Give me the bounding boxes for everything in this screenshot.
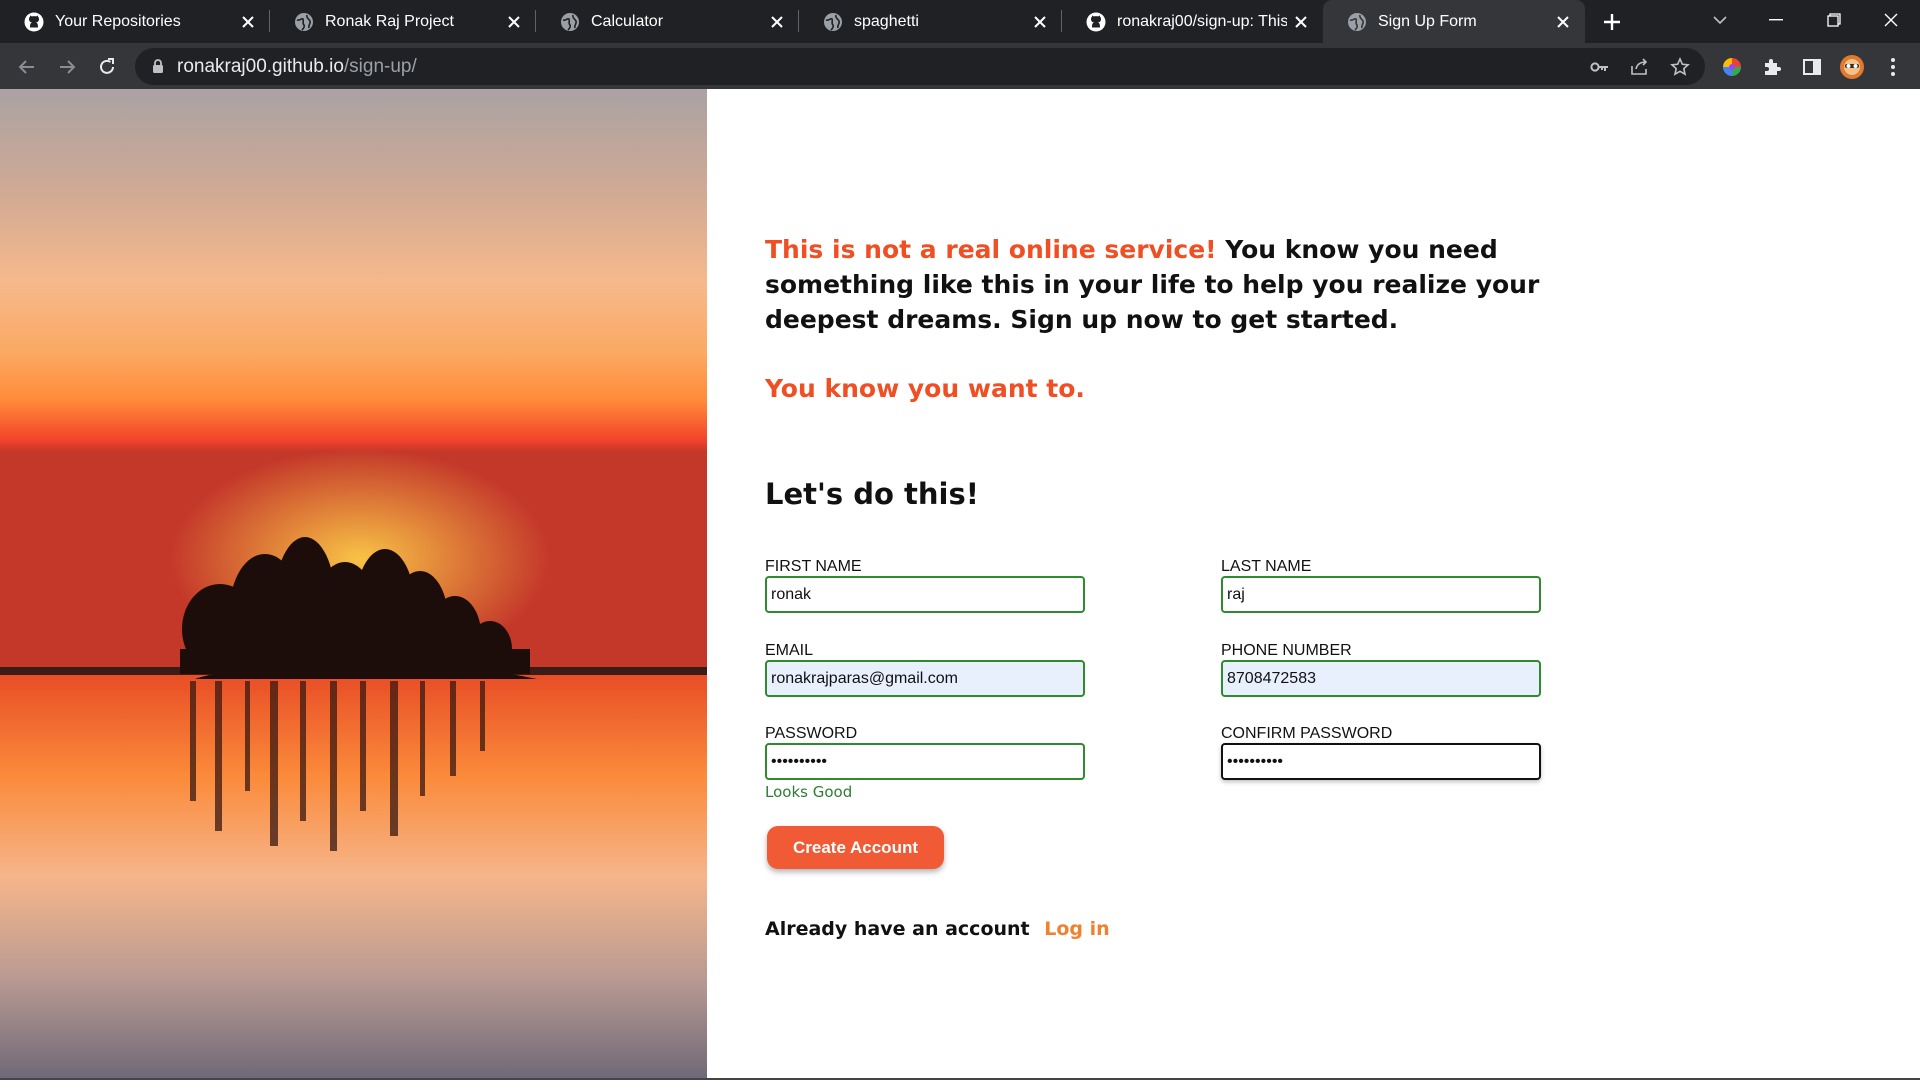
extensions-button[interactable] xyxy=(1755,50,1789,84)
lock-icon[interactable] xyxy=(152,59,164,74)
forward-button[interactable] xyxy=(50,50,84,84)
puzzle-icon xyxy=(1765,59,1781,75)
intro-accent-text: This is not a real online service! xyxy=(765,235,1217,264)
globe-icon xyxy=(824,12,842,31)
phone-group: PHONE NUMBER xyxy=(1221,641,1541,697)
tab-title: Calculator xyxy=(591,12,664,30)
close-window-button[interactable] xyxy=(1863,0,1919,40)
globe-icon xyxy=(1348,12,1366,31)
tab-sign-up-repo[interactable]: ronakraj00/sign-up: This is xyxy=(1062,0,1323,43)
github-icon xyxy=(24,12,44,31)
phone-field[interactable] xyxy=(1221,660,1541,697)
close-tab-icon[interactable] xyxy=(1549,8,1577,36)
globe-icon xyxy=(295,12,313,31)
side-panel-button[interactable] xyxy=(1795,50,1829,84)
email-group: EMAIL xyxy=(765,641,1085,697)
extension-color-button[interactable] xyxy=(1715,50,1749,84)
share-button[interactable] xyxy=(1627,54,1653,80)
tab-title: Ronak Raj Project xyxy=(325,12,454,30)
password-valid-hint: Looks Good xyxy=(765,783,853,801)
confirm-password-group: CONFIRM PASSWORD xyxy=(1221,724,1541,780)
close-tab-icon[interactable] xyxy=(1287,8,1315,36)
url-path: /sign-up/ xyxy=(343,56,417,77)
password-field[interactable] xyxy=(765,743,1085,780)
reload-icon xyxy=(100,58,114,74)
more-vertical-icon xyxy=(1891,58,1895,76)
menu-button[interactable] xyxy=(1876,50,1910,84)
last-name-label: LAST NAME xyxy=(1221,558,1312,575)
minimize-icon xyxy=(1769,19,1783,21)
tab-title: ronakraj00/sign-up: This is xyxy=(1117,12,1287,30)
plus-icon xyxy=(1604,14,1620,30)
confirm-password-field[interactable] xyxy=(1221,743,1541,780)
avatar xyxy=(1840,55,1864,79)
browser-toolbar: ronakraj00.github.io/sign-up/ xyxy=(0,43,1920,89)
password-group: PASSWORD Looks Good xyxy=(765,724,1085,801)
tab-spaghetti[interactable]: spaghetti xyxy=(799,0,1062,43)
address-bar[interactable]: ronakraj00.github.io/sign-up/ xyxy=(135,48,1705,85)
globe-icon xyxy=(561,12,579,31)
close-icon xyxy=(1884,13,1898,27)
confirm-password-label: CONFIRM PASSWORD xyxy=(1221,725,1393,742)
create-account-button[interactable]: Create Account xyxy=(767,826,944,869)
close-tab-icon[interactable] xyxy=(1026,8,1054,36)
tab-ronak-raj-project[interactable]: Ronak Raj Project xyxy=(270,0,536,43)
login-link[interactable]: Log in xyxy=(1044,918,1109,940)
password-label: PASSWORD xyxy=(765,725,858,742)
star-icon xyxy=(1670,57,1690,76)
reload-button[interactable] xyxy=(90,50,124,84)
url-text[interactable]: ronakraj00.github.io/sign-up/ xyxy=(177,56,417,78)
arrow-left-icon xyxy=(18,60,34,74)
close-tab-icon[interactable] xyxy=(763,8,791,36)
url-host: ronakraj00.github.io xyxy=(177,56,344,77)
tab-your-repositories[interactable]: Your Repositories xyxy=(0,0,270,43)
github-icon xyxy=(1086,12,1106,31)
passwords-key-button[interactable] xyxy=(1587,54,1613,80)
phone-label: PHONE NUMBER xyxy=(1221,642,1352,659)
side-panel-icon xyxy=(1803,59,1821,75)
page-viewport: This is not a real online service! You k… xyxy=(0,89,1920,1080)
first-name-field[interactable] xyxy=(765,576,1085,613)
hero-image xyxy=(0,89,707,1080)
last-name-group: LAST NAME xyxy=(1221,557,1541,613)
key-icon xyxy=(1590,62,1608,72)
arrow-right-icon xyxy=(60,60,76,74)
bookmark-star-button[interactable] xyxy=(1667,54,1693,80)
login-prompt-row: Already have an account Log in xyxy=(765,918,1110,940)
page-title: Let's do this! xyxy=(765,477,979,511)
new-tab-button[interactable] xyxy=(1595,5,1629,39)
restore-icon xyxy=(1827,13,1841,27)
first-name-label: FIRST NAME xyxy=(765,558,862,575)
tab-title: spaghetti xyxy=(854,12,919,30)
email-label: EMAIL xyxy=(765,642,814,659)
tab-title: Sign Up Form xyxy=(1378,12,1477,30)
last-name-field[interactable] xyxy=(1221,576,1541,613)
color-picker-extension-icon xyxy=(1723,58,1741,76)
profile-button[interactable] xyxy=(1835,50,1869,84)
restore-button[interactable] xyxy=(1806,0,1862,40)
tab-calculator[interactable]: Calculator xyxy=(536,0,799,43)
tagline: You know you want to. xyxy=(765,374,1085,403)
chevron-down-icon xyxy=(1713,16,1727,25)
tab-title: Your Repositories xyxy=(55,12,181,30)
tab-strip: Your Repositories Ronak Raj Project Calc… xyxy=(0,0,1920,43)
back-button[interactable] xyxy=(10,50,44,84)
first-name-group: FIRST NAME xyxy=(765,557,1085,613)
login-prompt-text: Already have an account xyxy=(765,918,1030,940)
minimize-button[interactable] xyxy=(1748,0,1804,40)
tab-sign-up-form[interactable]: Sign Up Form xyxy=(1323,0,1585,43)
close-tab-icon[interactable] xyxy=(500,8,528,36)
email-field[interactable] xyxy=(765,660,1085,697)
sunset-lake-image xyxy=(0,89,707,1080)
close-tab-icon[interactable] xyxy=(234,8,262,36)
share-icon xyxy=(1631,58,1648,75)
intro-text: This is not a real online service! You k… xyxy=(765,232,1555,337)
tab-search-button[interactable] xyxy=(1692,0,1748,40)
